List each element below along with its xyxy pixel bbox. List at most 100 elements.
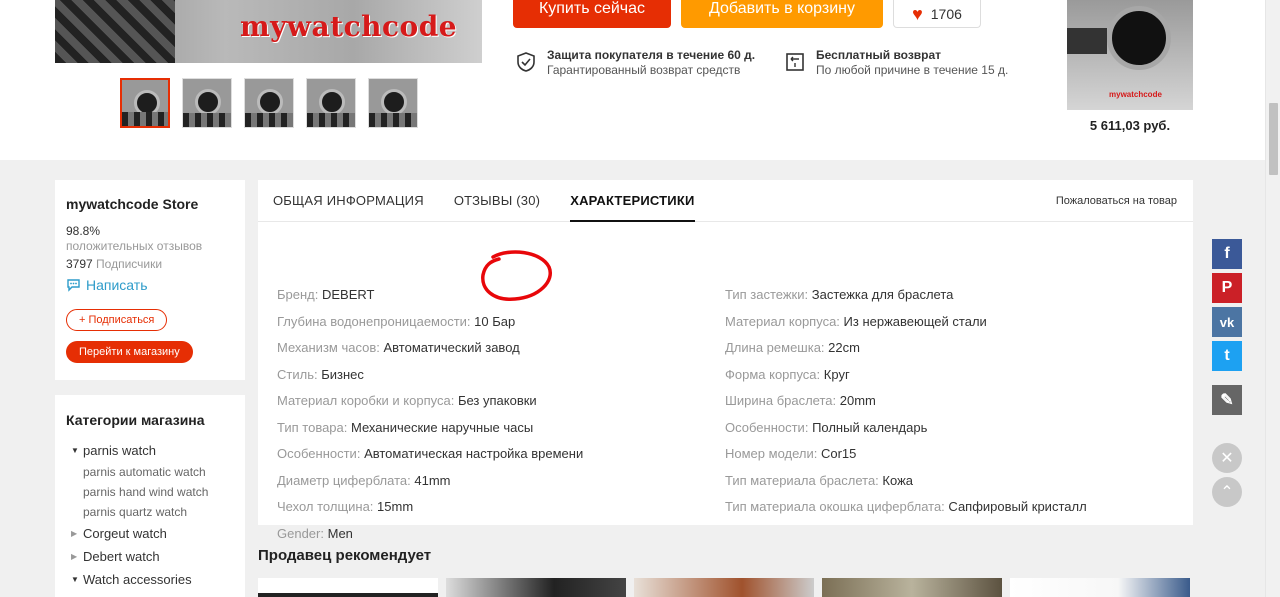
spec-row: Тип застежки: Застежка для браслета [725,282,1087,309]
spec-key: Механизм часов: [277,340,380,355]
scroll-up-icon[interactable]: ⌃ [1212,477,1242,507]
product-main-image[interactable]: mywatchcode [55,0,482,63]
recommended-products [258,578,1190,597]
store-categories: Категории магазина ▼ parnis watch parnis … [55,395,245,597]
facebook-icon[interactable]: f [1212,239,1242,269]
recommended-item[interactable] [446,578,626,597]
spec-value: 10 Бар [474,313,516,329]
go-to-store-button[interactable]: Перейти к магазину [66,341,193,363]
store-rating-label: положительных отзывов [66,239,203,253]
spec-column-left: Бренд: DEBERT Глубина водонепроницаемости… [277,282,583,547]
spec-row: Бренд: DEBERT [277,282,583,309]
tab-specifications[interactable]: ХАРАКТЕРИСТИКИ [570,180,695,222]
recommended-item[interactable] [1010,578,1190,597]
subscribe-button[interactable]: + Подписаться [66,309,168,331]
share-rail: f P vk t ✎ [1212,239,1242,415]
spec-row: Глубина водонепроницаемости: 10 Бар [277,309,583,336]
write-seller-label: Написать [86,277,148,293]
spec-value: 20mm [839,393,876,408]
strap-image [55,0,175,63]
spec-key: Номер модели: [725,446,818,461]
store-rating: 98.8% [66,224,101,238]
category-corgeut-watch[interactable]: ▶ Corgeut watch [66,522,234,545]
return-box-icon [786,53,804,71]
spec-key: Форма корпуса: [725,366,821,382]
thumbnail-5[interactable] [368,78,418,128]
spec-value: Men [327,525,353,541]
page-scrollbar[interactable] [1265,0,1280,597]
scrollbar-thumb[interactable] [1269,103,1278,175]
spec-value: Круг [823,366,850,382]
write-seller-link[interactable]: Написать [66,277,234,293]
recommended-item[interactable] [634,578,814,597]
add-to-cart-button[interactable]: Добавить в корзину [681,0,883,28]
recommended-item[interactable] [258,578,438,597]
spec-key: Ширина браслета: [725,393,837,408]
spec-key: Глубина водонепроницаемости: [277,313,471,329]
category-watch-accessories[interactable]: ▼ Watch accessories [66,568,234,591]
free-return: Бесплатный возврат По любой причине в те… [784,48,1008,78]
buy-now-button[interactable]: Купить сейчас [513,0,671,28]
category-parnis-automatic[interactable]: parnis automatic watch [66,462,234,482]
spec-key: Gender: [277,525,324,541]
product-top-section: mywatchcode Купить сейчас Добавить в кор… [0,0,1265,160]
wishlist-button[interactable]: ♥ 1706 [893,0,981,28]
spec-key: Материал корпуса: [725,313,840,329]
buyer-protection: Защита покупателя в течение 60 д. Гарант… [515,48,755,78]
store-name[interactable]: mywatchcode Store [66,196,234,212]
spec-value: Сапфировый кристалл [948,499,1087,514]
spec-value: Полный календарь [812,419,928,435]
spec-value: Механические наручные часы [351,419,534,435]
edit-icon[interactable]: ✎ [1212,385,1242,415]
report-item-link[interactable]: Пожаловаться на товар [1056,180,1177,222]
category-parnis-watch[interactable]: ▼ parnis watch [66,439,234,462]
side-product-price[interactable]: 5 611,03 руб. [1067,118,1193,133]
caret-down-icon: ▼ [71,446,79,455]
spec-value: 22cm [828,340,860,355]
spec-value: Бизнес [321,366,364,382]
spec-key: Бренд: [277,287,319,302]
spec-row: Форма корпуса: Круг [725,362,1087,389]
spec-key: Диаметр циферблата: [277,472,411,488]
close-icon[interactable]: ✕ [1212,443,1242,473]
spec-row: Тип материала браслета: Кожа [725,468,1087,495]
spec-row: Особенности: Полный календарь [725,415,1087,442]
thumbnail-3[interactable] [244,78,294,128]
spec-value: 15mm [377,499,414,514]
spec-value: Автоматическая настройка времени [364,446,584,461]
category-parnis-hand-wind[interactable]: parnis hand wind watch [66,482,234,502]
spec-row: Тип товара: Механические наручные часы [277,415,583,442]
spec-row: Ширина браслета: 20mm [725,388,1087,415]
category-debert-watch[interactable]: ▶ Debert watch [66,545,234,568]
subscribers-count: 3797 [66,257,93,271]
spec-row: Чехол толщина: 15mm [277,494,583,521]
category-parnis-quartz[interactable]: parnis quartz watch [66,502,234,522]
thumbnail-strip [120,78,418,128]
spec-value: Кожа [882,472,914,488]
spec-key: Особенности: [277,446,361,461]
side-product-image[interactable]: mywatchcode [1067,0,1193,110]
buyer-protection-title: Защита покупателя в течение 60 д. [547,48,756,62]
spec-key: Тип застежки: [725,287,809,302]
spec-key: Тип материала окошка циферблата: [725,499,945,514]
pinterest-icon[interactable]: P [1212,273,1242,303]
subscribers-label: Подписчики [96,257,163,271]
vk-icon[interactable]: vk [1212,307,1242,337]
thumbnail-2[interactable] [182,78,232,128]
spec-row: Особенности: Автоматическая настройка вр… [277,441,583,468]
spec-row: Стиль: Бизнес [277,362,583,389]
recommended-item[interactable] [822,578,1002,597]
twitter-icon[interactable]: t [1212,341,1242,371]
shield-check-icon [517,52,535,72]
heart-icon: ♥ [912,3,923,24]
caret-right-icon: ▶ [71,529,78,538]
buyer-protection-subtitle: Гарантированный возврат средств [547,63,741,77]
spec-value: Застежка для браслета [811,287,954,302]
thumbnail-1[interactable] [120,78,170,128]
wishlist-count: 1706 [930,5,962,22]
thumbnail-4[interactable] [306,78,356,128]
tab-reviews[interactable]: ОТЗЫВЫ (30) [454,180,540,222]
spec-value: 41mm [414,472,451,488]
tab-general-info[interactable]: ОБЩАЯ ИНФОРМАЦИЯ [273,180,424,222]
spec-key: Материал коробки и корпуса: [277,393,455,408]
